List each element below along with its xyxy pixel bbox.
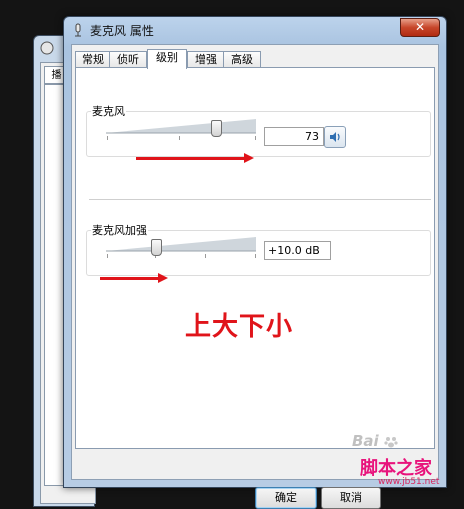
tab-general[interactable]: 常规 <box>75 51 111 68</box>
boost-label: 麦克风加强 <box>91 222 148 238</box>
microphone-tick <box>179 136 180 140</box>
boost-tick <box>205 254 206 258</box>
levels-page: 麦克风 73 麦克风加强 +10.0 dB <box>75 67 435 449</box>
decrease-arrow <box>100 277 160 280</box>
boost-value[interactable]: +10.0 dB <box>264 241 331 260</box>
microphone-label: 麦克风 <box>91 103 126 119</box>
increase-arrow <box>136 157 246 160</box>
tab-advanced[interactable]: 高级 <box>223 51 261 68</box>
tab-enhancements[interactable]: 增强 <box>187 51 225 68</box>
cancel-button[interactable]: 取消 <box>321 487 381 509</box>
ok-button[interactable]: 确定 <box>255 487 317 509</box>
microphone-icon <box>75 23 81 37</box>
mute-button[interactable] <box>324 126 346 148</box>
window-title: 麦克风 属性 <box>90 24 154 38</box>
close-button[interactable]: ✕ <box>400 18 440 37</box>
paw-icon <box>384 436 398 447</box>
microphone-slider-thumb[interactable] <box>210 120 222 137</box>
microphone-level-value[interactable]: 73 <box>264 127 324 146</box>
microphone-slider-track[interactable] <box>106 119 256 135</box>
annotation-note: 上大下小 <box>185 312 294 342</box>
microphone-tick <box>255 136 256 140</box>
site-url-watermark: www.jb51.net <box>378 477 440 487</box>
boost-slider-thumb[interactable] <box>150 239 162 256</box>
separator <box>89 199 431 201</box>
boost-slider-track[interactable] <box>106 237 256 253</box>
speaker-icon <box>330 132 340 142</box>
tab-listen[interactable]: 侦听 <box>109 51 147 68</box>
boost-tick <box>107 254 108 258</box>
tab-levels[interactable]: 级别 <box>147 49 187 69</box>
microphone-properties-window: 麦克风 属性 ✕ 常规 侦听 级别 增强 高级 麦克风 73 麦克风加强 +10… <box>63 16 447 509</box>
decrease-arrow-head <box>158 273 168 283</box>
dialog-client: 常规 侦听 级别 增强 高级 麦克风 73 麦克风加强 +10.0 dB 确定 … <box>71 44 439 509</box>
speaker-icon <box>40 41 54 55</box>
microphone-tick <box>107 136 108 140</box>
increase-arrow-head <box>244 153 254 163</box>
boost-tick <box>255 254 256 258</box>
